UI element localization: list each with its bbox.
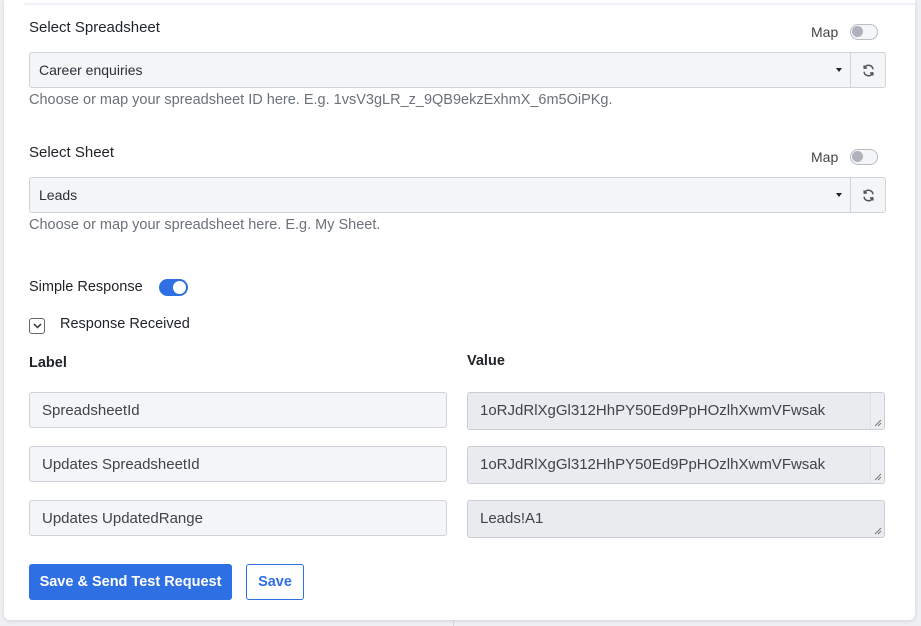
response-received-label: Response Received xyxy=(60,316,190,332)
response-value-field[interactable]: 1oRJdRlXgGl312HhPY50Ed9PpHOzlhXwmVFwsak xyxy=(467,446,885,484)
resize-grip-icon[interactable] xyxy=(874,473,882,481)
simple-response-label: Simple Response xyxy=(29,279,143,295)
sheet-map-toggle-group: Map xyxy=(811,149,879,165)
spreadsheet-refresh-button[interactable] xyxy=(851,52,886,88)
response-label-field: Updates UpdatedRange xyxy=(29,500,447,536)
response-label-field: SpreadsheetId xyxy=(29,392,447,428)
caret-down-icon xyxy=(836,68,842,72)
spreadsheet-map-label: Map xyxy=(811,24,839,40)
caret-down-icon xyxy=(836,193,842,197)
response-value-field[interactable]: Leads!A1 xyxy=(467,500,885,538)
response-value-text: 1oRJdRlXgGl312HhPY50Ed9PpHOzlhXwmVFwsak xyxy=(480,456,826,473)
spreadsheet-select-value: Career enquiries xyxy=(39,62,143,78)
sheet-map-toggle[interactable] xyxy=(850,149,879,165)
response-value-text: 1oRJdRlXgGl312HhPY50Ed9PpHOzlhXwmVFwsak xyxy=(480,402,826,419)
response-value-text: Leads!A1 xyxy=(480,510,544,527)
spreadsheet-map-toggle[interactable] xyxy=(850,24,879,40)
refresh-icon xyxy=(862,189,874,201)
spreadsheet-map-toggle-group: Map xyxy=(811,24,879,40)
select-spreadsheet-label: Select Spreadsheet xyxy=(29,19,160,36)
top-divider xyxy=(24,3,915,5)
resize-grip-icon[interactable] xyxy=(874,527,882,535)
sheet-select[interactable]: Leads xyxy=(29,177,851,213)
sheet-refresh-button[interactable] xyxy=(851,177,886,213)
form-card: Select Spreadsheet Map Career enquiries … xyxy=(4,0,915,620)
simple-response-toggle[interactable] xyxy=(159,279,188,296)
response-value-field[interactable]: 1oRJdRlXgGl312HhPY50Ed9PpHOzlhXwmVFwsak xyxy=(467,392,885,430)
chevron-down-icon xyxy=(32,323,42,329)
save-and-send-test-request-button[interactable]: Save & Send Test Request xyxy=(29,564,232,600)
sheet-select-value: Leads xyxy=(39,187,78,203)
toggle-knob xyxy=(173,281,186,294)
resize-grip-icon[interactable] xyxy=(874,419,882,427)
panel-divider xyxy=(453,620,454,626)
toggle-knob xyxy=(852,151,864,162)
select-sheet-label: Select Sheet xyxy=(29,144,115,161)
sheet-hint: Choose or map your spreadsheet here. E.g… xyxy=(29,217,381,233)
response-received-collapse-toggle[interactable] xyxy=(29,318,45,334)
sheet-map-label: Map xyxy=(811,149,839,165)
value-column-header: Value xyxy=(467,353,505,369)
save-button[interactable]: Save xyxy=(246,564,304,600)
spreadsheet-select[interactable]: Career enquiries xyxy=(29,52,851,88)
toggle-knob xyxy=(852,26,864,37)
refresh-icon xyxy=(862,64,874,76)
spreadsheet-hint: Choose or map your spreadsheet ID here. … xyxy=(29,92,613,108)
label-column-header: Label xyxy=(29,355,67,371)
response-label-field: Updates SpreadsheetId xyxy=(29,446,447,482)
